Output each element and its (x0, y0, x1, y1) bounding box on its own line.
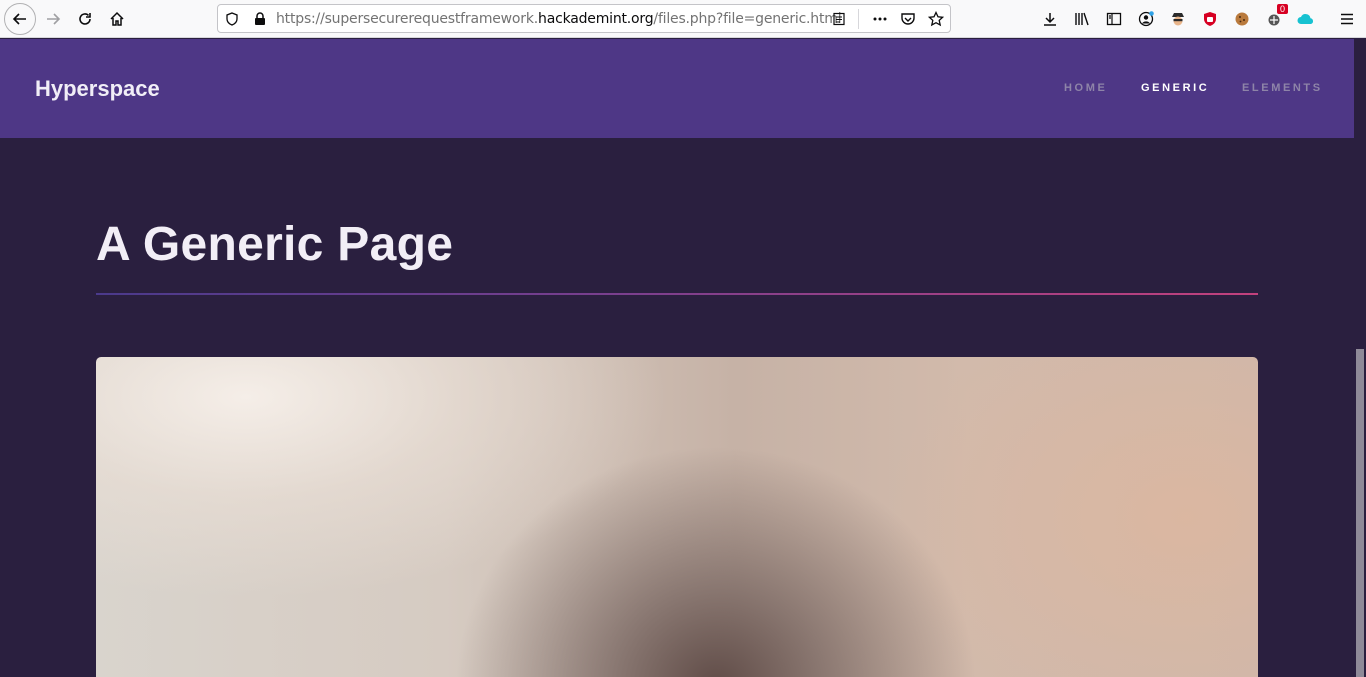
downloads-button[interactable] (1034, 3, 1066, 35)
download-icon (1044, 13, 1056, 26)
reader-view-icon[interactable] (831, 11, 847, 27)
url-prefix: https://supersecurerequestframework. (276, 11, 539, 27)
back-icon (12, 13, 26, 25)
page-scrollbar[interactable] (1354, 39, 1366, 677)
hero-image (96, 357, 1258, 677)
home-button[interactable] (101, 3, 133, 35)
sidebar-icon (1106, 12, 1122, 26)
back-button[interactable] (4, 3, 36, 35)
reload-button[interactable] (69, 3, 101, 35)
sidebar-button[interactable] (1098, 3, 1130, 35)
cloud-button[interactable] (1290, 3, 1322, 35)
forward-button[interactable] (37, 3, 69, 35)
bookmark-star-icon (928, 11, 944, 27)
url-text[interactable]: https://supersecurerequestframework.hack… (276, 11, 842, 27)
library-icon (1075, 12, 1089, 26)
url-bar[interactable]: https://supersecurerequestframework.hack… (217, 4, 951, 33)
ublock-button[interactable] (1194, 3, 1226, 35)
notification-badge: 0 (1277, 4, 1289, 14)
browser-toolbar: https://supersecurerequestframework.hack… (0, 0, 1366, 38)
more-icon (873, 17, 887, 21)
page-viewport: Hyperspace HOME GENERIC ELEMENTS A Gener… (0, 39, 1354, 677)
cookie-button[interactable] (1226, 3, 1258, 35)
menu-icon (1341, 13, 1353, 25)
spy-extension-icon (1172, 13, 1184, 26)
account-button[interactable] (1130, 3, 1162, 35)
shield-icon[interactable] (224, 11, 240, 27)
spy-extension-button[interactable] (1162, 3, 1194, 35)
bookmark-button[interactable] (920, 3, 952, 35)
nav-generic[interactable]: GENERIC (1141, 82, 1209, 94)
title-divider (96, 293, 1258, 295)
cookie-icon (1235, 12, 1249, 26)
scrollbar-thumb[interactable] (1356, 349, 1364, 677)
nav-elements[interactable]: ELEMENTS (1242, 82, 1323, 94)
ublock-icon (1204, 12, 1216, 26)
site-header: Hyperspace HOME GENERIC ELEMENTS (0, 39, 1354, 138)
nav-home[interactable]: HOME (1064, 82, 1107, 94)
url-path: /files.php?file=generic.html (653, 11, 842, 27)
library-button[interactable] (1066, 3, 1098, 35)
url-host: hackademint.org (538, 11, 654, 27)
forward-icon (47, 13, 61, 25)
site-brand[interactable]: Hyperspace (35, 76, 160, 102)
page-title: A Generic Page (96, 218, 454, 271)
menu-button[interactable] (1331, 3, 1363, 35)
reload-icon (79, 13, 91, 25)
lock-icon[interactable] (252, 11, 268, 27)
url-divider (858, 9, 859, 29)
pocket-icon (901, 13, 915, 25)
home-icon (110, 11, 124, 26)
account-icon (1138, 11, 1154, 27)
cloud-icon (1297, 14, 1314, 24)
